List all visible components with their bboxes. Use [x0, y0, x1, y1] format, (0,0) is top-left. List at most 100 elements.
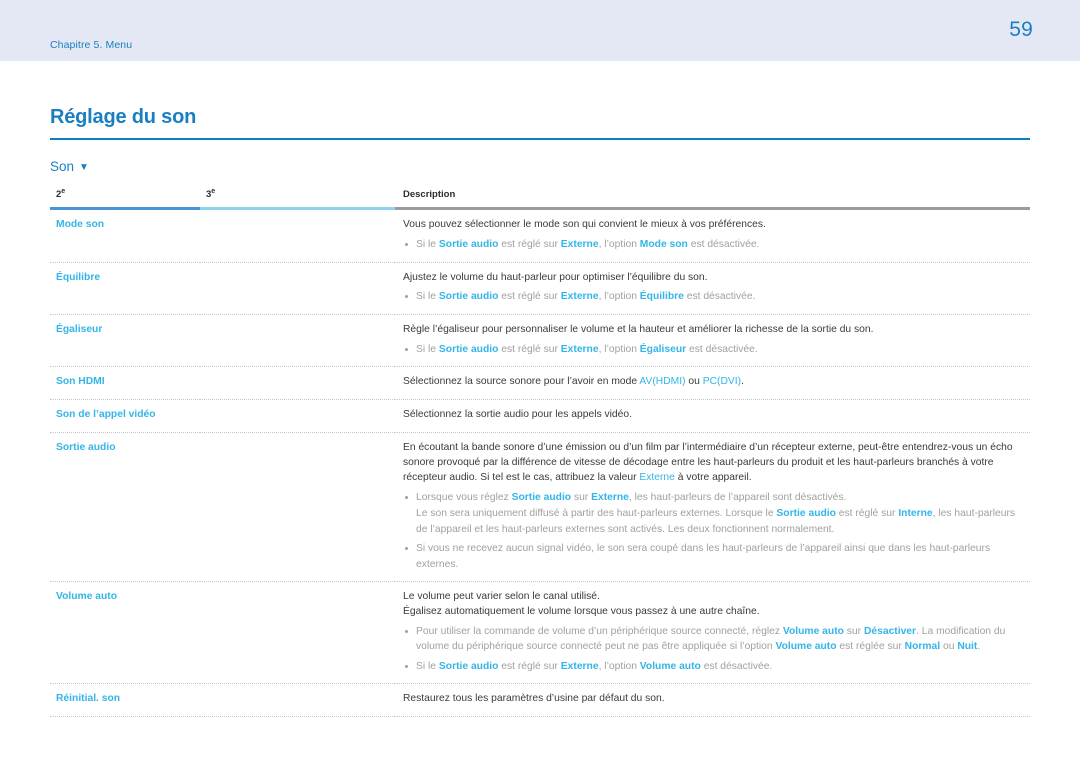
sub-setting-cell	[200, 366, 395, 401]
inline-text: sur	[843, 625, 864, 637]
inline-text: est désactivée.	[686, 343, 758, 355]
description-line: Égalisez automatiquement le volume lorsq…	[403, 605, 760, 617]
title-underline	[50, 138, 1030, 140]
inline-setting-name: Externe	[560, 239, 599, 251]
inline-setting-name: Mode son	[639, 239, 688, 251]
table-header: 2e 3e Description	[50, 188, 1030, 211]
list-item: Pour utiliser la commande de volume d’un…	[403, 624, 1026, 655]
settings-table: 2e 3e Description Mode son Vous pouvez s…	[50, 188, 1030, 718]
description-line: Restaurez tous les paramètres d’usine pa…	[403, 693, 665, 705]
inline-setting-name: Sortie audio	[438, 291, 499, 303]
note-list: Si le Sortie audio est réglé sur Externe…	[403, 342, 1026, 357]
inline-text: Le son sera uniquement diffusé à partir …	[416, 508, 777, 520]
description-cell: Restaurez tous les paramètres d’usine pa…	[395, 683, 1030, 718]
inline-text: , l’option	[598, 291, 640, 303]
inline-setting-name: AV(HDMI)	[639, 376, 686, 388]
list-item: Lorsque vous réglez Sortie audio sur Ext…	[403, 490, 1026, 537]
list-item: Si le Sortie audio est réglé sur Externe…	[403, 659, 1026, 674]
inline-setting-name: Sortie audio	[438, 239, 499, 251]
inline-setting-name: Volume auto	[775, 641, 837, 653]
description-cell: Règle l’égaliseur pour personnaliser le …	[395, 314, 1030, 368]
inline-setting-name: Sortie audio	[511, 491, 572, 503]
inline-setting-name: PC(DVI)	[702, 376, 742, 388]
sub-setting-cell	[200, 262, 395, 315]
section-heading-label: Son	[50, 159, 75, 174]
setting-name-cell[interactable]: Égaliseur	[50, 314, 200, 368]
inline-text: , l’option	[598, 660, 640, 672]
sub-setting-cell	[200, 314, 395, 368]
description-cell: Vous pouvez sélectionner le mode son qui…	[395, 208, 1030, 263]
setting-name-cell[interactable]: Son HDMI	[50, 366, 200, 401]
inline-setting-name: Externe	[591, 491, 629, 503]
inline-text: est réglé sur	[498, 291, 561, 303]
column-header-level3: 3e	[200, 188, 395, 211]
sub-setting-cell	[200, 208, 395, 263]
inline-text: Lorsque vous réglez	[416, 491, 512, 503]
column-header-description: Description	[395, 188, 1030, 211]
setting-name-cell[interactable]: Mode son	[50, 208, 200, 263]
setting-name-cell[interactable]: Volume auto	[50, 581, 200, 685]
description-cell: Le volume peut varier selon le canal uti…	[395, 581, 1030, 685]
inline-text: Si le	[416, 343, 439, 355]
description-line: En écoutant la bande sonore d’une émissi…	[403, 441, 1026, 486]
setting-name-cell[interactable]: Sortie audio	[50, 432, 200, 583]
inline-text: est réglée sur	[836, 641, 905, 653]
setting-name-cell[interactable]: Réinitial. son	[50, 683, 200, 718]
list-item: Si le Sortie audio est réglé sur Externe…	[403, 237, 1026, 252]
table-row: Sortie audio En écoutant la bande sonore…	[50, 432, 1030, 583]
setting-name-cell[interactable]: Équilibre	[50, 262, 200, 315]
page-header-banner: Chapitre 5. Menu 59	[0, 0, 1080, 61]
table-row: Volume auto Le volume peut varier selon …	[50, 581, 1030, 685]
inline-text: .	[741, 376, 744, 388]
note-list: Pour utiliser la commande de volume d’un…	[403, 624, 1026, 674]
inline-text: est désactivée.	[687, 239, 760, 251]
table-row: Équilibre Ajustez le volume du haut-parl…	[50, 262, 1030, 315]
description-line: Règle l’égaliseur pour personnaliser le …	[403, 323, 874, 335]
inline-setting-name: Sortie audio	[776, 508, 836, 520]
chevron-down-icon: ▼	[79, 161, 89, 173]
inline-text: ou	[685, 376, 703, 388]
page-number: 59	[1009, 18, 1033, 41]
setting-name-cell[interactable]: Son de l’appel vidéo	[50, 399, 200, 434]
inline-text: ou	[940, 641, 958, 653]
inline-setting-name: Désactiver	[863, 625, 917, 637]
inline-setting-name: Externe	[560, 660, 599, 672]
inline-text: , les haut-parleurs de l’appareil sont d…	[628, 491, 847, 503]
inline-setting-name: Externe	[560, 343, 599, 355]
page-title: Réglage du son	[50, 106, 197, 128]
table-header-row: 2e 3e Description	[50, 188, 1030, 211]
inline-setting-name: Équilibre	[639, 291, 684, 303]
note-continuation: Le son sera uniquement diffusé à partir …	[416, 506, 1026, 537]
page-body: Réglage du son Son ▼ 2e 3e Description M…	[0, 106, 1080, 718]
inline-text: est désactivée.	[700, 660, 773, 672]
table-row: Son de l’appel vidéo Sélectionnez la sor…	[50, 399, 1030, 434]
inline-text: est réglé sur	[498, 239, 561, 251]
section-heading[interactable]: Son ▼	[50, 159, 1030, 174]
description-line: Sélectionnez la source sonore pour l’avo…	[403, 375, 1026, 390]
sub-setting-cell	[200, 683, 395, 718]
description-line: Vous pouvez sélectionner le mode son qui…	[403, 219, 766, 231]
inline-text: .	[977, 641, 981, 653]
inline-text: , l’option	[598, 239, 640, 251]
inline-text: Sélectionnez la source sonore pour l’avo…	[403, 376, 640, 388]
inline-setting-name: Sortie audio	[438, 660, 499, 672]
inline-text: sur	[571, 491, 592, 503]
inline-setting-name: Égaliseur	[639, 343, 687, 355]
sub-setting-cell	[200, 432, 395, 583]
table-row: Son HDMI Sélectionnez la source sonore p…	[50, 366, 1030, 401]
inline-setting-name: Nuit	[957, 641, 978, 653]
inline-setting-name: Volume auto	[639, 660, 701, 672]
inline-text: est désactivée.	[683, 291, 756, 303]
description-cell: En écoutant la bande sonore d’une émissi…	[395, 432, 1030, 583]
table-body: Mode son Vous pouvez sélectionner le mod…	[50, 208, 1030, 718]
inline-text: Pour utiliser la commande de volume d’un…	[416, 625, 783, 637]
inline-setting-name: Normal	[904, 641, 941, 653]
note-list: Si le Sortie audio est réglé sur Externe…	[403, 237, 1026, 252]
description-cell: Ajustez le volume du haut-parleur pour o…	[395, 262, 1030, 315]
inline-text: Si le	[416, 660, 439, 672]
table-row: Réinitial. son Restaurez tous les paramè…	[50, 683, 1030, 718]
inline-text: Si le	[416, 291, 439, 303]
list-item: Si le Sortie audio est réglé sur Externe…	[403, 289, 1026, 304]
table-row: Égaliseur Règle l’égaliseur pour personn…	[50, 314, 1030, 368]
chapter-label: Chapitre 5. Menu	[50, 39, 133, 51]
